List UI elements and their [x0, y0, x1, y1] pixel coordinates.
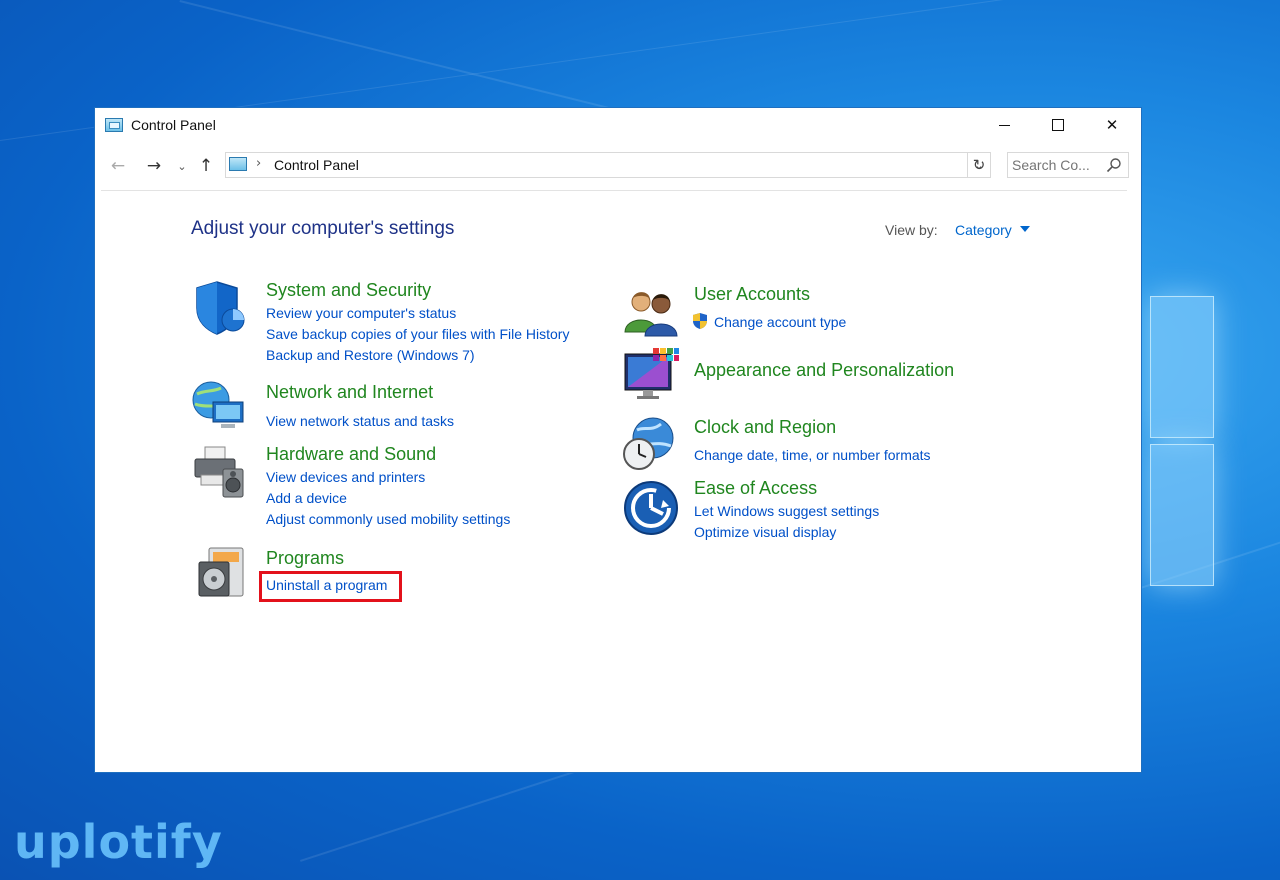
appearance-monitor-icon[interactable]: [623, 346, 679, 402]
page-title: Adjust your computer's settings: [191, 218, 455, 239]
title-bar[interactable]: Control Panel ✕: [95, 108, 1141, 144]
category-network-internet[interactable]: Network and Internet: [266, 382, 433, 403]
category-clock-region[interactable]: Clock and Region: [694, 417, 836, 438]
address-bar[interactable]: › Control Panel ⌄: [225, 152, 991, 178]
shield-icon[interactable]: [191, 280, 247, 336]
category-user-accounts[interactable]: User Accounts: [694, 284, 810, 305]
refresh-icon: ↻: [972, 156, 986, 174]
breadcrumb-control-panel[interactable]: Control Panel: [274, 157, 359, 173]
control-panel-icon: [105, 118, 123, 132]
programs-disc-icon[interactable]: [195, 544, 251, 600]
category-ease-of-access[interactable]: Ease of Access: [694, 478, 817, 499]
control-panel-window: Control Panel ✕ ← → ⌄ ↑ › Control Panel …: [94, 107, 1142, 773]
view-by-caret-icon[interactable]: [1020, 226, 1030, 232]
control-panel-icon: [229, 157, 247, 171]
view-by-label: View by:: [885, 222, 938, 238]
network-globe-icon[interactable]: [191, 378, 247, 434]
close-button[interactable]: ✕: [1089, 108, 1135, 142]
windows-logo-icon: [1150, 296, 1280, 586]
search-input[interactable]: [1012, 156, 1102, 174]
watermark-logo: uplotify: [14, 815, 223, 869]
printer-speaker-icon[interactable]: [191, 443, 247, 499]
recent-locations-button[interactable]: ⌄: [175, 154, 189, 178]
category-system-security[interactable]: System and Security: [266, 280, 431, 301]
link-windows-suggest-settings[interactable]: Let Windows suggest settings: [694, 503, 879, 519]
view-by-dropdown[interactable]: Category: [955, 222, 1012, 238]
link-mobility-settings[interactable]: Adjust commonly used mobility settings: [266, 511, 510, 527]
ease-of-access-icon[interactable]: [623, 480, 679, 536]
maximize-button[interactable]: [1035, 108, 1081, 142]
navigation-bar: ← → ⌄ ↑ › Control Panel ⌄ ↻: [95, 150, 1141, 182]
clock-globe-icon[interactable]: [621, 416, 677, 472]
category-programs[interactable]: Programs: [266, 548, 344, 569]
breadcrumb-separator[interactable]: ›: [256, 156, 261, 171]
link-date-time-formats[interactable]: Change date, time, or number formats: [694, 447, 931, 463]
close-icon: ✕: [1105, 116, 1119, 134]
link-optimize-visual-display[interactable]: Optimize visual display: [694, 524, 836, 540]
divider: [101, 190, 1127, 191]
search-icon[interactable]: [1106, 157, 1122, 173]
uac-shield-icon: [693, 313, 707, 329]
category-appearance-personalization[interactable]: Appearance and Personalization: [694, 360, 954, 381]
user-accounts-icon[interactable]: [623, 284, 679, 340]
search-box[interactable]: [1007, 152, 1129, 178]
highlight-box: [259, 571, 402, 602]
minimize-icon: [998, 124, 1010, 126]
forward-button[interactable]: →: [143, 154, 165, 178]
category-hardware-sound[interactable]: Hardware and Sound: [266, 444, 436, 465]
link-change-account-type[interactable]: Change account type: [714, 314, 846, 330]
back-button[interactable]: ←: [107, 154, 129, 178]
link-network-status[interactable]: View network status and tasks: [266, 413, 454, 429]
link-add-device[interactable]: Add a device: [266, 490, 347, 506]
link-file-history[interactable]: Save backup copies of your files with Fi…: [266, 326, 569, 342]
refresh-button[interactable]: ↻: [967, 152, 991, 178]
link-review-status[interactable]: Review your computer's status: [266, 305, 456, 321]
up-button[interactable]: ↑: [195, 154, 217, 178]
maximize-icon: [1052, 119, 1064, 131]
link-backup-restore[interactable]: Backup and Restore (Windows 7): [266, 347, 475, 363]
minimize-button[interactable]: [981, 108, 1027, 142]
window-title: Control Panel: [131, 117, 216, 133]
link-devices-printers[interactable]: View devices and printers: [266, 469, 425, 485]
